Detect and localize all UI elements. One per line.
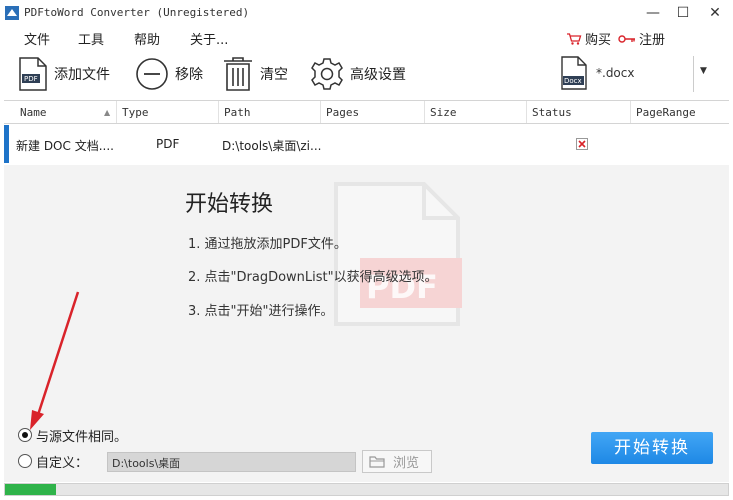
clear-button[interactable]: 清空 (222, 52, 288, 96)
column-header-status[interactable]: Status (532, 106, 572, 119)
column-divider[interactable] (116, 101, 117, 123)
key-icon (618, 34, 635, 43)
add-pdf-icon: PDF (19, 57, 47, 91)
file-list-header: Name ▲ Type Path Pages Size Status PageR… (4, 100, 729, 124)
browse-label: 浏览 (393, 456, 420, 471)
same-as-source-radio[interactable] (18, 428, 32, 442)
custom-folder-radio[interactable] (18, 454, 32, 468)
advanced-settings-button[interactable]: 高级设置 (310, 52, 406, 96)
close-button[interactable]: ✕ (700, 0, 730, 26)
custom-folder-label[interactable]: 自定义： (36, 452, 88, 471)
trash-icon (224, 57, 252, 91)
column-divider[interactable] (218, 101, 219, 123)
column-header-pages[interactable]: Pages (326, 106, 359, 119)
title-bar: PDFtoWord Converter (Unregistered) — ☐ ✕ (0, 0, 733, 26)
guide-step-2: 2. 点击"DragDownList"以获得高级选项。 (188, 270, 438, 285)
row-selection-indicator (4, 125, 9, 163)
minus-circle-icon (136, 58, 168, 90)
column-divider[interactable] (320, 101, 321, 123)
cell-type: PDF (156, 137, 180, 151)
column-divider[interactable] (630, 101, 631, 123)
same-as-source-label[interactable]: 与源文件相同。 (36, 426, 127, 445)
add-file-button[interactable]: PDF 添加文件 (18, 52, 110, 96)
column-header-path[interactable]: Path (224, 106, 251, 119)
folder-icon (369, 456, 385, 468)
sort-ascending-icon: ▲ (104, 108, 111, 117)
register-label: 注册 (639, 33, 666, 48)
column-divider[interactable] (424, 101, 425, 123)
add-file-label: 添加文件 (54, 67, 110, 83)
column-divider[interactable] (526, 101, 527, 123)
register-link[interactable]: 注册 (618, 29, 665, 48)
progress-fill (5, 484, 56, 495)
gear-icon (311, 58, 343, 90)
menu-file[interactable]: 文件 (24, 29, 50, 48)
cell-path: D:\tools\桌面\zi... (222, 139, 322, 153)
output-format-value: *.docx (596, 66, 635, 80)
svg-text:PDF: PDF (24, 75, 38, 83)
menu-bar: 文件 工具 帮助 关于... 购买 注册 (0, 26, 733, 50)
format-divider (693, 56, 694, 92)
buy-label: 购买 (585, 33, 612, 48)
maximize-button[interactable]: ☐ (668, 0, 698, 26)
cell-name: 新建 DOC 文档.... (16, 139, 114, 153)
guide-step-3: 3. 点击"开始"进行操作。 (188, 304, 334, 319)
dropdown-arrow-icon[interactable]: ▼ (700, 66, 707, 76)
column-header-pagerange[interactable]: PageRange (636, 106, 696, 119)
column-header-size[interactable]: Size (430, 106, 457, 119)
start-convert-button[interactable]: 开始转换 (591, 432, 713, 464)
column-header-name[interactable]: Name (20, 106, 47, 119)
output-format-selector[interactable]: Docx *.docx (556, 54, 693, 94)
buy-link[interactable]: 购买 (566, 29, 611, 48)
minimize-button[interactable]: — (638, 0, 668, 26)
remove-button[interactable]: 移除 (135, 52, 203, 96)
custom-path-input[interactable]: D:\tools\桌面 (107, 452, 356, 472)
column-header-type[interactable]: Type (122, 106, 149, 119)
status-error-icon (576, 138, 588, 150)
docx-icon-label: Docx (564, 77, 582, 85)
menu-tools[interactable]: 工具 (78, 29, 104, 48)
cart-icon (567, 32, 582, 45)
progress-bar (4, 483, 729, 496)
guide-title: 开始转换 (185, 192, 274, 217)
remove-label: 移除 (175, 67, 203, 83)
window-title: PDFtoWord Converter (Unregistered) (24, 6, 250, 19)
menu-about[interactable]: 关于... (190, 29, 228, 48)
clear-label: 清空 (260, 67, 288, 83)
advanced-settings-label: 高级设置 (350, 67, 406, 83)
guide-step-1: 1. 通过拖放添加PDF文件。 (188, 237, 347, 252)
browse-button[interactable]: 浏览 (362, 450, 432, 473)
app-icon (5, 6, 19, 20)
menu-help[interactable]: 帮助 (134, 29, 160, 48)
table-row[interactable]: 新建 DOC 文档.... PDF D:\tools\桌面\zi... (4, 125, 729, 163)
